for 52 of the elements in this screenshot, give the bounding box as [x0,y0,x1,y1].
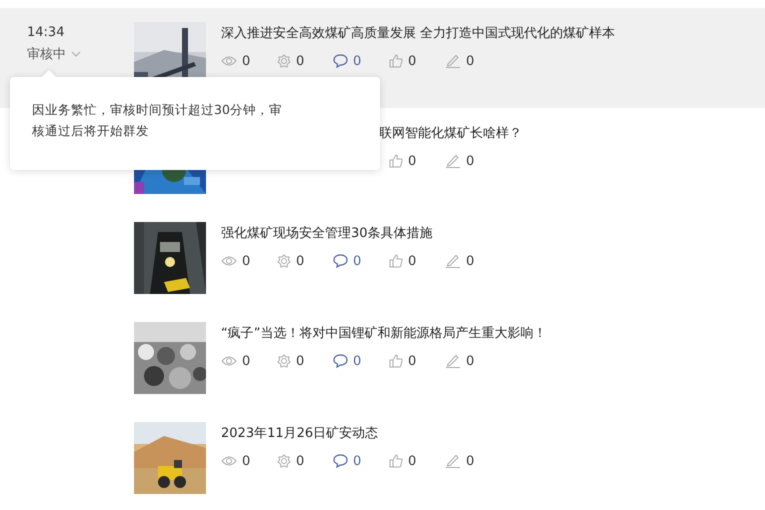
thumbs-up-icon [389,254,403,268]
article-title-link[interactable]: 联网智能化煤矿长啥样？ [379,125,522,143]
like-count: 0 [408,254,416,268]
view-count: 0 [242,454,250,468]
speech-bubble-icon [333,254,348,268]
chevron-down-icon [71,51,81,57]
edit-count: 0 [466,254,474,268]
thumbs-up-icon [389,54,403,68]
edit-count: 0 [466,54,474,68]
comment-count: 0 [353,354,362,368]
pencil-icon [445,354,461,368]
share-count: 0 [296,454,304,468]
speech-bubble-icon [333,54,348,68]
eye-icon [221,255,237,267]
article-title-link[interactable]: 2023年11月26日矿安动态 [221,425,501,443]
edit-count: 0 [466,354,474,368]
thumbs-up-icon [389,154,403,168]
speech-bubble-icon [333,354,348,368]
review-status-dropdown[interactable]: 审核中 [27,45,81,63]
comment-count: 0 [353,54,362,68]
edit-count: 0 [466,154,474,168]
article-title-link[interactable]: 强化煤矿现场安全管理30条具体措施 [221,225,501,243]
view-count: 0 [242,254,250,268]
flower-icon [277,354,291,368]
flower-icon [277,454,291,468]
flower-icon [277,254,291,268]
view-count: 0 [242,54,250,68]
share-count: 0 [296,354,304,368]
like-count: 0 [408,54,416,68]
like-count: 0 [408,454,416,468]
publish-time: 14:34 [27,24,66,42]
pencil-icon [445,54,461,68]
eye-icon [221,55,237,67]
eye-icon [221,455,237,467]
thumbs-up-icon [389,454,403,468]
comment-count: 0 [353,454,362,468]
speech-bubble-icon [333,454,348,468]
edit-count: 0 [466,454,474,468]
pencil-icon [445,254,461,268]
eye-icon [221,355,237,367]
pencil-icon [445,154,461,168]
like-count: 0 [408,154,416,168]
share-count: 0 [296,54,304,68]
view-count: 0 [242,354,250,368]
flower-icon [277,54,291,68]
like-count: 0 [408,354,416,368]
share-count: 0 [296,254,304,268]
article-title-link[interactable]: “疯子”当选！将对中国锂矿和新能源格局产生重大影响！ [221,325,546,343]
pencil-icon [445,454,461,468]
comment-count: 0 [353,254,362,268]
thumbs-up-icon [389,354,403,368]
article-title-link[interactable]: 深入推进安全高效煤矿高质量发展 全力打造中国式现代化的煤矿样本 [221,25,616,43]
